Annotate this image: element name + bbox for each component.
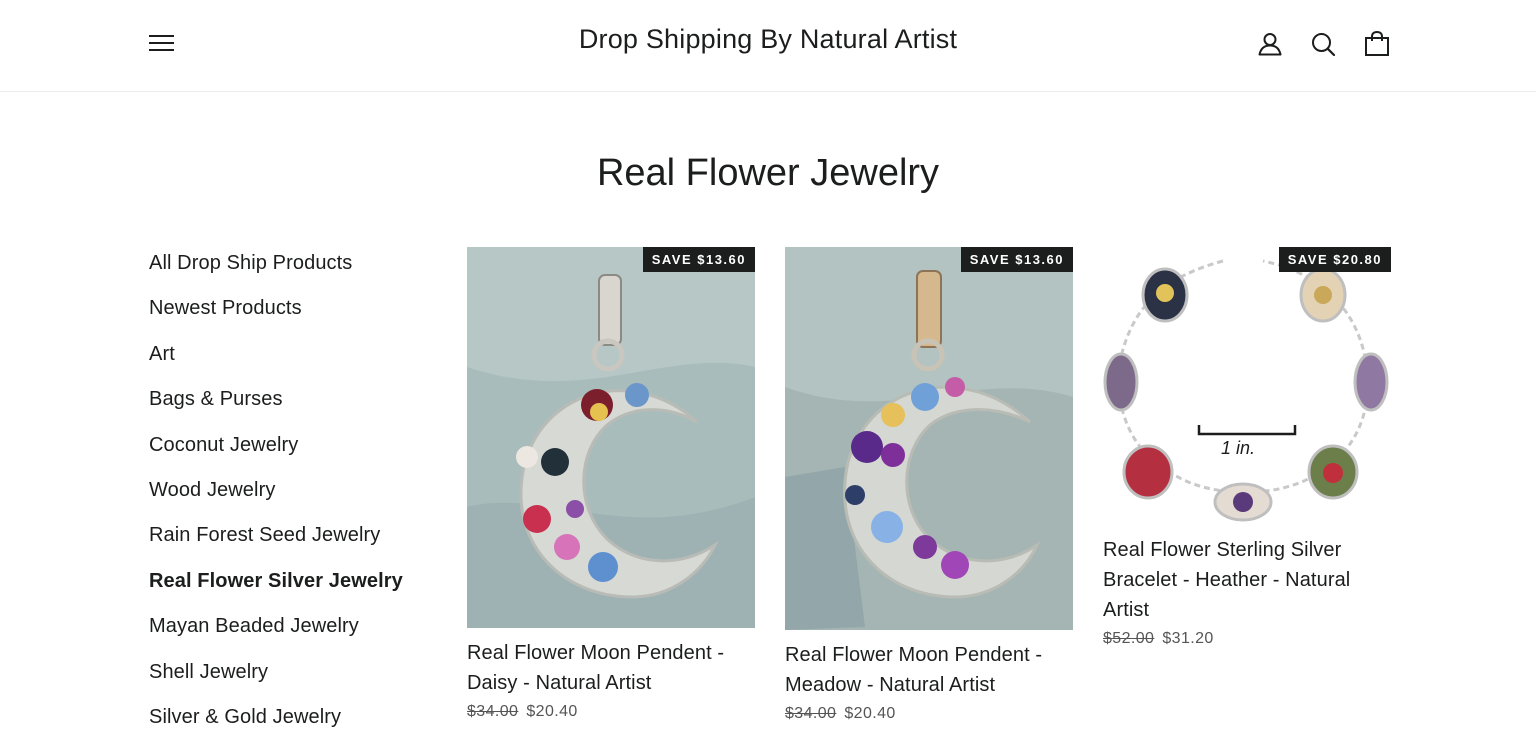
- sale-price: $31.20: [1162, 630, 1214, 647]
- product-card[interactable]: SAVE $13.60 Real Flower Moon Pendent - D…: [467, 247, 755, 721]
- sidebar-item-mayan-beaded-jewelry[interactable]: Mayan Beaded Jewelry: [149, 611, 439, 656]
- sidebar-item-shell-jewelry[interactable]: Shell Jewelry: [149, 657, 439, 702]
- product-price: $34.00 $20.40: [785, 705, 1073, 723]
- save-badge: SAVE $20.80: [1278, 247, 1391, 272]
- cart-icon[interactable]: [1363, 30, 1391, 58]
- sidebar-item-silver-gold-jewelry[interactable]: Silver & Gold Jewelry: [149, 702, 439, 744]
- sale-price: $20.40: [526, 703, 578, 720]
- sidebar-item-all-drop-ship-products[interactable]: All Drop Ship Products: [149, 248, 439, 293]
- sidebar-item-bags-purses[interactable]: Bags & Purses: [149, 384, 439, 429]
- product-image[interactable]: SAVE $13.60: [785, 247, 1073, 630]
- product-price: $34.00 $20.40: [467, 703, 755, 721]
- collection-sidebar: All Drop Ship Products Newest Products A…: [149, 248, 439, 744]
- product-card[interactable]: SAVE $13.60 Real Flower Moon Pendent - M…: [785, 247, 1073, 723]
- was-price: $34.00: [785, 705, 837, 722]
- product-price: $52.00 $31.20: [1103, 630, 1391, 648]
- was-price: $52.00: [1103, 630, 1155, 647]
- product-image[interactable]: SAVE $13.60: [467, 247, 755, 628]
- sidebar-item-wood-jewelry[interactable]: Wood Jewelry: [149, 475, 439, 520]
- save-badge: SAVE $13.60: [642, 247, 755, 272]
- sale-price: $20.40: [844, 705, 896, 722]
- search-icon[interactable]: [1309, 30, 1337, 58]
- site-title[interactable]: Drop Shipping By Natural Artist: [0, 24, 1536, 55]
- scale-label: 1 in.: [1221, 438, 1255, 458]
- product-title[interactable]: Real Flower Sterling Silver Bracelet - H…: [1103, 535, 1391, 625]
- sidebar-item-newest-products[interactable]: Newest Products: [149, 293, 439, 338]
- page-title: Real Flower Jewelry: [596, 152, 940, 194]
- sidebar-item-real-flower-silver-jewelry[interactable]: Real Flower Silver Jewelry: [149, 566, 439, 611]
- sidebar-item-art[interactable]: Art: [149, 339, 439, 384]
- save-badge: SAVE $13.60: [960, 247, 1073, 272]
- site-header: Drop Shipping By Natural Artist: [0, 0, 1536, 92]
- product-title[interactable]: Real Flower Moon Pendent - Meadow - Natu…: [785, 640, 1073, 700]
- sidebar-item-coconut-jewelry[interactable]: Coconut Jewelry: [149, 430, 439, 475]
- sidebar-item-rain-forest-seed-jewelry[interactable]: Rain Forest Seed Jewelry: [149, 520, 439, 565]
- account-icon[interactable]: [1256, 30, 1284, 58]
- product-image[interactable]: 1 in. SAVE $20.80: [1103, 247, 1391, 525]
- was-price: $34.00: [467, 703, 519, 720]
- product-title[interactable]: Real Flower Moon Pendent - Daisy - Natur…: [467, 638, 755, 698]
- product-card[interactable]: 1 in. SAVE $20.80 Real Flower Sterling S…: [1103, 247, 1391, 648]
